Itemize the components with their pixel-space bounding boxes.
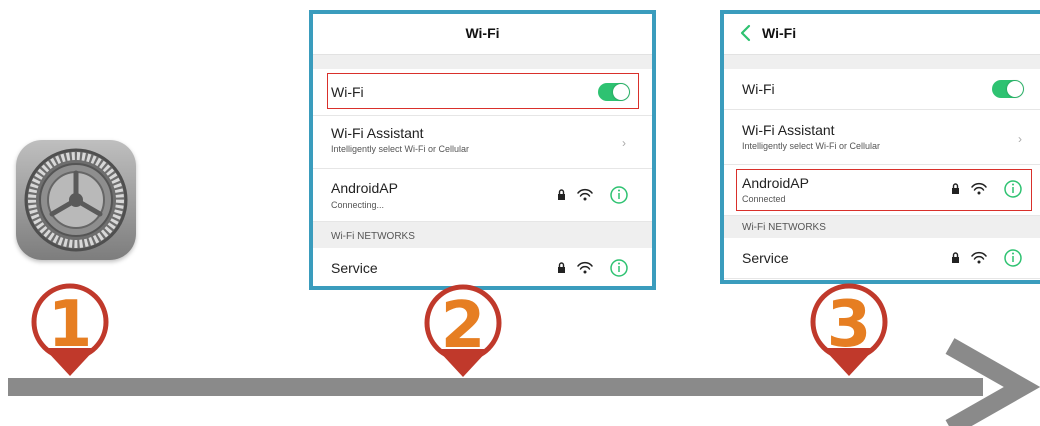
step-marker-1: 1	[31, 283, 109, 376]
step-number: 2	[441, 289, 486, 363]
step-marker-3: 3	[810, 283, 888, 376]
timeline-diagram: 1 2 3	[8, 283, 1040, 426]
step-marker-2: 2	[424, 284, 502, 377]
step-number: 3	[827, 288, 872, 362]
step-number: 1	[48, 288, 93, 362]
timeline-bar	[8, 378, 983, 396]
